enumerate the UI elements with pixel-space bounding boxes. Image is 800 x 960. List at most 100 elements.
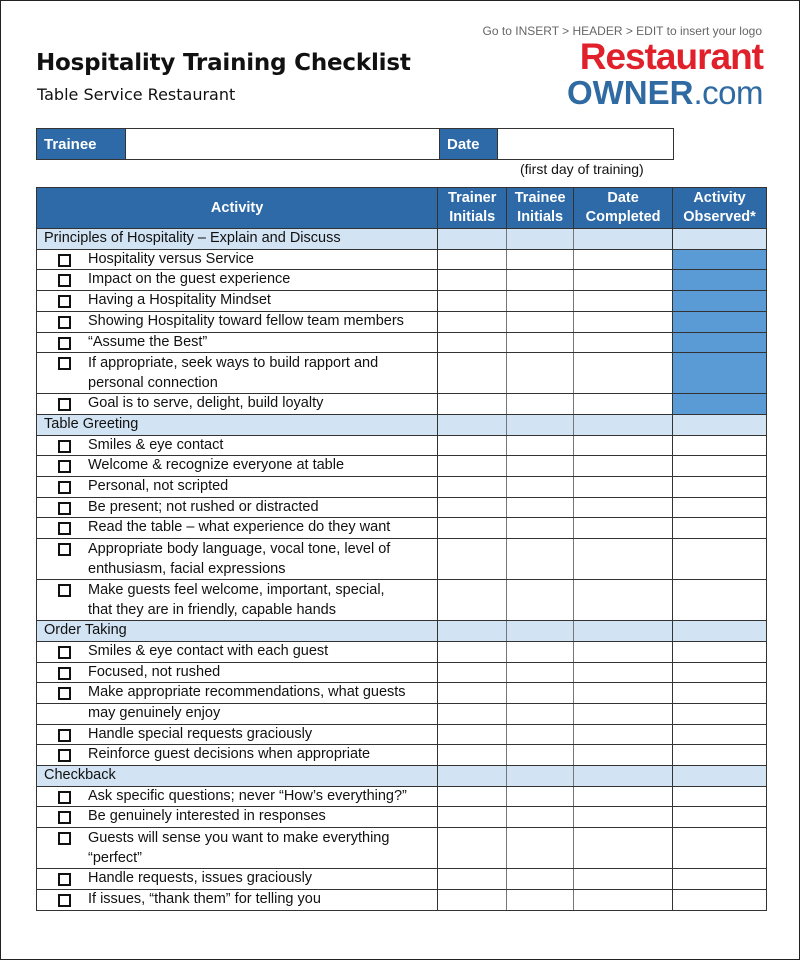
- trainee-initials-cell[interactable]: [506, 888, 575, 911]
- activity-observed-cell[interactable]: [672, 352, 767, 395]
- activity-observed-cell[interactable]: [672, 661, 767, 684]
- trainee-initials-cell[interactable]: [506, 579, 575, 622]
- checkbox[interactable]: [58, 398, 71, 412]
- activity-observed-cell[interactable]: [672, 785, 767, 808]
- checkbox[interactable]: [58, 439, 71, 453]
- trainee-field[interactable]: [126, 129, 440, 159]
- trainer-initials-cell[interactable]: [437, 455, 508, 478]
- date-completed-cell[interactable]: [573, 455, 674, 478]
- checkbox[interactable]: [58, 315, 71, 329]
- date-completed-cell[interactable]: [573, 723, 674, 746]
- trainer-initials-cell[interactable]: [437, 269, 508, 292]
- checkbox[interactable]: [58, 873, 71, 887]
- checkbox[interactable]: [58, 253, 71, 267]
- date-completed-cell[interactable]: [573, 352, 674, 395]
- trainee-initials-cell[interactable]: [506, 538, 575, 581]
- trainer-initials-cell[interactable]: [437, 640, 508, 663]
- trainee-initials-cell[interactable]: [506, 744, 575, 767]
- trainer-initials-cell[interactable]: [437, 331, 508, 354]
- activity-observed-cell[interactable]: [672, 455, 767, 478]
- activity-observed-cell[interactable]: [672, 476, 767, 498]
- checkbox[interactable]: [58, 357, 71, 371]
- date-completed-cell[interactable]: [573, 888, 674, 911]
- trainer-initials-cell[interactable]: [437, 290, 508, 312]
- activity-observed-cell[interactable]: [672, 290, 767, 312]
- trainer-initials-cell[interactable]: [437, 579, 508, 622]
- activity-observed-cell[interactable]: [672, 310, 767, 333]
- checkbox[interactable]: [58, 543, 71, 557]
- trainee-initials-cell[interactable]: [506, 352, 575, 395]
- trainee-initials-cell[interactable]: [506, 827, 575, 870]
- trainer-initials-cell[interactable]: [437, 434, 508, 457]
- trainer-initials-cell[interactable]: [437, 310, 508, 333]
- date-completed-cell[interactable]: [573, 331, 674, 354]
- activity-observed-cell[interactable]: [672, 538, 767, 581]
- checkbox[interactable]: [58, 749, 71, 763]
- checkbox[interactable]: [58, 501, 71, 515]
- trainer-initials-cell[interactable]: [437, 248, 508, 271]
- trainee-initials-cell[interactable]: [506, 806, 575, 829]
- date-field[interactable]: [498, 129, 673, 159]
- activity-observed-cell[interactable]: [672, 331, 767, 354]
- activity-observed-cell[interactable]: [672, 702, 767, 725]
- trainer-initials-cell[interactable]: [437, 682, 508, 704]
- date-completed-cell[interactable]: [573, 702, 674, 725]
- date-completed-cell[interactable]: [573, 806, 674, 829]
- date-completed-cell[interactable]: [573, 496, 674, 519]
- date-completed-cell[interactable]: [573, 248, 674, 271]
- date-completed-cell[interactable]: [573, 661, 674, 684]
- trainee-initials-cell[interactable]: [506, 434, 575, 457]
- trainer-initials-cell[interactable]: [437, 744, 508, 767]
- date-completed-cell[interactable]: [573, 538, 674, 581]
- trainer-initials-cell[interactable]: [437, 868, 508, 890]
- trainee-initials-cell[interactable]: [506, 868, 575, 890]
- trainee-initials-cell[interactable]: [506, 661, 575, 684]
- trainer-initials-cell[interactable]: [437, 888, 508, 911]
- trainee-initials-cell[interactable]: [506, 248, 575, 271]
- activity-observed-cell[interactable]: [672, 434, 767, 457]
- trainee-initials-cell[interactable]: [506, 476, 575, 498]
- checkbox[interactable]: [58, 728, 71, 742]
- checkbox[interactable]: [58, 584, 71, 598]
- trainer-initials-cell[interactable]: [437, 806, 508, 829]
- checkbox[interactable]: [58, 811, 71, 825]
- activity-observed-cell[interactable]: [672, 744, 767, 767]
- checkbox[interactable]: [58, 522, 71, 536]
- date-completed-cell[interactable]: [573, 476, 674, 498]
- date-completed-cell[interactable]: [573, 517, 674, 540]
- trainer-initials-cell[interactable]: [437, 538, 508, 581]
- trainee-initials-cell[interactable]: [506, 393, 575, 415]
- checkbox[interactable]: [58, 645, 71, 659]
- activity-observed-cell[interactable]: [672, 868, 767, 890]
- activity-observed-cell[interactable]: [672, 248, 767, 271]
- trainee-initials-cell[interactable]: [506, 702, 575, 725]
- date-completed-cell[interactable]: [573, 393, 674, 415]
- activity-observed-cell[interactable]: [672, 579, 767, 622]
- checkbox[interactable]: [58, 666, 71, 680]
- trainee-initials-cell[interactable]: [506, 517, 575, 540]
- checkbox[interactable]: [58, 274, 71, 288]
- date-completed-cell[interactable]: [573, 269, 674, 292]
- trainer-initials-cell[interactable]: [437, 476, 508, 498]
- activity-observed-cell[interactable]: [672, 393, 767, 415]
- checkbox[interactable]: [58, 893, 71, 907]
- checkbox[interactable]: [58, 790, 71, 804]
- checkbox[interactable]: [58, 481, 71, 495]
- trainer-initials-cell[interactable]: [437, 393, 508, 415]
- trainee-initials-cell[interactable]: [506, 640, 575, 663]
- trainer-initials-cell[interactable]: [437, 496, 508, 519]
- checkbox[interactable]: [58, 832, 71, 846]
- trainer-initials-cell[interactable]: [437, 661, 508, 684]
- date-completed-cell[interactable]: [573, 682, 674, 704]
- date-completed-cell[interactable]: [573, 579, 674, 622]
- activity-observed-cell[interactable]: [672, 640, 767, 663]
- activity-observed-cell[interactable]: [672, 827, 767, 870]
- checkbox[interactable]: [58, 295, 71, 309]
- activity-observed-cell[interactable]: [672, 723, 767, 746]
- trainer-initials-cell[interactable]: [437, 723, 508, 746]
- trainee-initials-cell[interactable]: [506, 785, 575, 808]
- trainee-initials-cell[interactable]: [506, 496, 575, 519]
- trainee-initials-cell[interactable]: [506, 269, 575, 292]
- trainee-initials-cell[interactable]: [506, 723, 575, 746]
- activity-observed-cell[interactable]: [672, 496, 767, 519]
